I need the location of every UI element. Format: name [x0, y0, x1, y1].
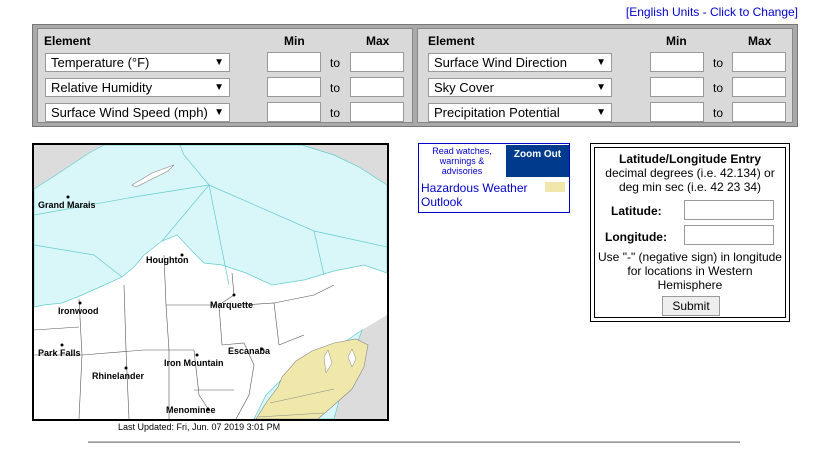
latlon-description: decimal degrees (i.e. 42.134) or deg min… — [605, 166, 775, 194]
humidity-min-input[interactable] — [267, 77, 321, 97]
map-last-updated: Last Updated: Fri, Jun. 07 2019 3:01 PM — [118, 422, 281, 432]
wind-direction-min-input[interactable] — [650, 52, 704, 72]
element-select-sky-cover[interactable]: Sky Cover ▼ — [428, 78, 612, 97]
max-header: Max — [366, 34, 390, 48]
submit-button[interactable]: Submit — [662, 296, 720, 316]
city-label: Grand Marais — [38, 200, 96, 210]
filter-group-left: Element Min Max Temperature (°F) ▼ to Rel… — [37, 28, 413, 123]
select-value: Temperature (°F) — [51, 55, 150, 70]
city-label: Houghton — [146, 255, 188, 265]
to-label: to — [713, 106, 724, 120]
city-label: Rhinelander — [92, 371, 145, 381]
max-header: Max — [748, 34, 772, 48]
longitude-input[interactable] — [684, 225, 774, 245]
city-label: Park Falls — [38, 348, 81, 358]
to-label: to — [330, 81, 341, 95]
wind-speed-max-input[interactable] — [350, 102, 404, 122]
longitude-note: Use "-" (negative sign) in longitude for… — [598, 250, 782, 292]
map-image[interactable]: Grand Marais Houghton Ironwood Marquette… — [34, 145, 387, 419]
forecast-map[interactable]: Grand Marais Houghton Ironwood Marquette… — [32, 143, 389, 421]
latlon-entry-form: Latitude/Longitude Entry decimal degrees… — [590, 143, 790, 322]
element-select-wind-direction[interactable]: Surface Wind Direction ▼ — [428, 53, 612, 72]
sky-cover-max-input[interactable] — [732, 77, 786, 97]
latlon-inner-border: Latitude/Longitude Entry decimal degrees… — [594, 147, 786, 318]
watches-warnings-link[interactable]: Read watches, warnings & advisories — [420, 145, 504, 178]
chevron-down-icon: ▼ — [596, 107, 606, 118]
filter-group-right: Element Min Max Surface Wind Direction ▼ … — [417, 28, 793, 123]
element-select-temperature[interactable]: Temperature (°F) ▼ — [45, 53, 230, 72]
longitude-label: Longitude: — [605, 230, 667, 244]
element-select-humidity[interactable]: Relative Humidity ▼ — [45, 78, 230, 97]
to-label: to — [330, 106, 341, 120]
element-header: Element — [428, 34, 475, 48]
sky-cover-min-input[interactable] — [650, 77, 704, 97]
element-select-wind-speed[interactable]: Surface Wind Speed (mph) ▼ — [45, 103, 230, 122]
chevron-down-icon: ▼ — [214, 107, 224, 118]
city-label: Escanaba — [228, 346, 271, 356]
to-label: to — [713, 81, 724, 95]
wind-direction-max-input[interactable] — [732, 52, 786, 72]
temperature-max-input[interactable] — [350, 52, 404, 72]
select-value: Surface Wind Speed (mph) — [51, 105, 208, 120]
chevron-down-icon: ▼ — [214, 57, 224, 68]
city-label: Iron Mountain — [164, 358, 224, 368]
to-label: to — [330, 56, 341, 70]
city-label: Menominee — [166, 405, 216, 415]
min-header: Min — [666, 34, 687, 48]
map-legend: Read watches, warnings & advisories Zoom… — [418, 143, 570, 213]
divider — [88, 441, 740, 443]
hazard-color-swatch — [545, 182, 565, 192]
zoom-out-button[interactable]: Zoom Out — [506, 145, 569, 177]
element-filter-panel: Element Min Max Temperature (°F) ▼ to Rel… — [32, 24, 798, 127]
city-label: Ironwood — [58, 306, 99, 316]
to-label: to — [713, 56, 724, 70]
latitude-label: Latitude: — [611, 204, 662, 218]
latlon-title: Latitude/Longitude Entry — [619, 152, 761, 166]
element-header: Element — [44, 34, 91, 48]
select-value: Precipitation Potential — [434, 105, 560, 120]
select-value: Surface Wind Direction — [434, 55, 567, 70]
wind-speed-min-input[interactable] — [267, 102, 321, 122]
element-select-precip[interactable]: Precipitation Potential ▼ — [428, 103, 612, 122]
precip-min-input[interactable] — [650, 102, 704, 122]
latitude-input[interactable] — [684, 200, 774, 220]
precip-max-input[interactable] — [732, 102, 786, 122]
chevron-down-icon: ▼ — [214, 82, 224, 93]
chevron-down-icon: ▼ — [596, 82, 606, 93]
select-value: Sky Cover — [434, 80, 494, 95]
temperature-min-input[interactable] — [267, 52, 321, 72]
units-toggle-link[interactable]: [English Units - Click to Change] — [626, 5, 798, 19]
humidity-max-input[interactable] — [350, 77, 404, 97]
chevron-down-icon: ▼ — [596, 57, 606, 68]
min-header: Min — [284, 34, 305, 48]
city-label: Marquette — [210, 300, 253, 310]
select-value: Relative Humidity — [51, 80, 153, 95]
